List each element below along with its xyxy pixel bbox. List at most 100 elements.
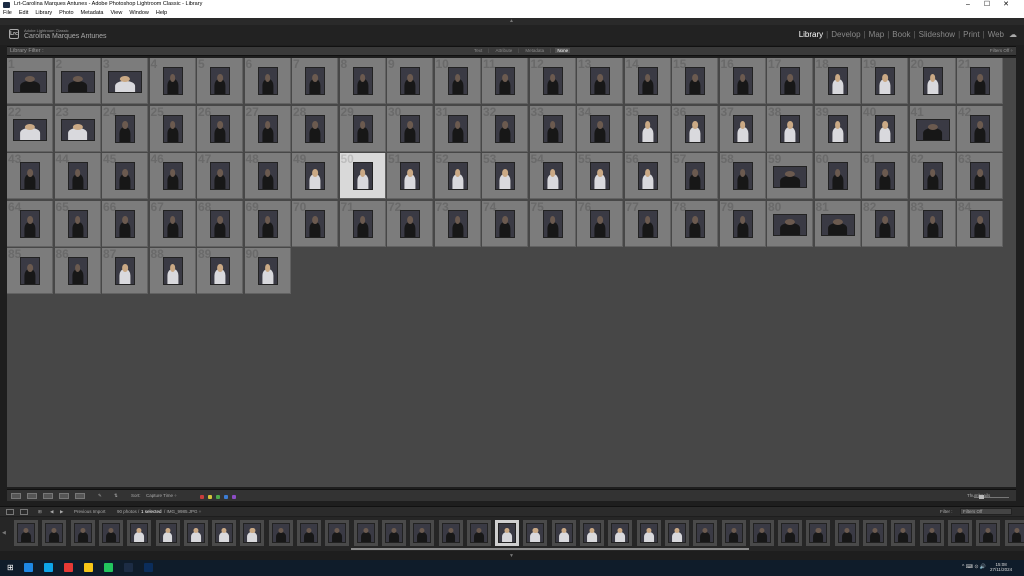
grid-cell[interactable]: 29 xyxy=(339,105,386,152)
module-develop[interactable]: Develop xyxy=(831,30,860,39)
taskbar-app-icon[interactable] xyxy=(24,563,33,572)
menu-edit[interactable]: Edit xyxy=(19,9,28,18)
grid-cell[interactable]: 66 xyxy=(102,200,148,247)
filmstrip-thumb[interactable] xyxy=(721,520,746,546)
grid-cell[interactable]: 67 xyxy=(149,200,196,247)
grid-cell[interactable]: 71 xyxy=(339,200,386,247)
grid-cell[interactable]: 87 xyxy=(102,248,148,294)
grid-cell[interactable]: 25 xyxy=(149,105,196,152)
grid-cell[interactable]: 49 xyxy=(292,153,338,199)
cloud-sync-icon[interactable]: ☁ xyxy=(1009,30,1017,39)
taskbar-app-icon[interactable] xyxy=(44,563,53,572)
grid-cell[interactable]: 4 xyxy=(149,58,196,104)
grid-cell[interactable]: 82 xyxy=(862,200,908,247)
grid-cell[interactable]: 48 xyxy=(244,153,291,199)
grid-cell[interactable]: 21 xyxy=(957,58,1003,104)
grid-cell[interactable]: 1 xyxy=(7,58,53,104)
filmstrip-thumb[interactable] xyxy=(947,520,972,546)
grid-cell[interactable]: 20 xyxy=(909,58,956,104)
filmstrip-thumb[interactable] xyxy=(834,520,859,546)
menu-photo[interactable]: Photo xyxy=(59,9,73,18)
module-map[interactable]: Map xyxy=(869,30,885,39)
filter-tab-attribute[interactable]: Attribute xyxy=(493,48,514,53)
menu-library[interactable]: Library xyxy=(35,9,52,18)
grid-cell[interactable]: 28 xyxy=(292,105,338,152)
filmstrip-thumb[interactable] xyxy=(381,520,406,546)
grid-cell[interactable]: 41 xyxy=(909,105,956,152)
top-panel-toggle[interactable]: ▲ xyxy=(0,18,1024,25)
grid-cell[interactable]: 59 xyxy=(767,153,813,199)
filmstrip-thumb[interactable] xyxy=(1004,520,1024,546)
grid-cell[interactable]: 10 xyxy=(434,58,481,104)
grid-cell[interactable]: 75 xyxy=(529,200,576,247)
grid-cell[interactable]: 37 xyxy=(719,105,766,152)
grid-cell[interactable]: 57 xyxy=(672,153,718,199)
grid-cell[interactable]: 31 xyxy=(434,105,481,152)
grid-cell[interactable]: 18 xyxy=(814,58,861,104)
filmstrip-thumb[interactable] xyxy=(212,520,237,546)
windows-start-icon[interactable]: ⊞ xyxy=(7,563,16,572)
color-label-filter[interactable] xyxy=(224,495,228,499)
menu-metadata[interactable]: Metadata xyxy=(81,9,104,18)
module-print[interactable]: Print xyxy=(963,30,979,39)
filmstrip-thumb[interactable] xyxy=(919,520,944,546)
filmstrip-thumb[interactable] xyxy=(523,520,548,546)
taskbar-app-icon[interactable] xyxy=(104,563,113,572)
grid-cell[interactable]: 2 xyxy=(54,58,101,104)
grid-cell[interactable]: 27 xyxy=(244,105,291,152)
grid-cell[interactable]: 15 xyxy=(672,58,718,104)
compare-view-button[interactable] xyxy=(43,493,53,499)
minimize-button[interactable]: – xyxy=(961,0,975,9)
grid-cell[interactable]: 35 xyxy=(624,105,671,152)
grid-cell[interactable]: 84 xyxy=(957,200,1003,247)
grid-cell[interactable]: 62 xyxy=(909,153,956,199)
selected-filename[interactable]: / IMG_9985.JPG ÷ xyxy=(164,509,201,514)
grid-cell[interactable]: 74 xyxy=(482,200,528,247)
second-window-button[interactable] xyxy=(20,509,28,515)
grid-cell[interactable]: 26 xyxy=(197,105,243,152)
filter-tab-metadata[interactable]: Metadata xyxy=(523,48,546,53)
grid-cell[interactable]: 85 xyxy=(7,248,53,294)
filmstrip-thumb[interactable] xyxy=(495,520,520,546)
grid-cell[interactable]: 9 xyxy=(387,58,433,104)
system-tray[interactable]: ^ ⌨ ⊙ 🔊 xyxy=(962,564,986,570)
forward-icon[interactable]: ▶ xyxy=(60,509,63,515)
grid-cell[interactable]: 11 xyxy=(482,58,528,104)
filmstrip-thumb[interactable] xyxy=(155,520,180,546)
filmstrip-thumb[interactable] xyxy=(580,520,604,546)
grid-cell[interactable]: 56 xyxy=(624,153,671,199)
grid-cell[interactable]: 83 xyxy=(909,200,956,247)
filter-tab-text[interactable]: Text xyxy=(472,48,484,53)
grid-cell[interactable]: 6 xyxy=(244,58,291,104)
grid-cell[interactable]: 80 xyxy=(767,200,813,247)
grid-cell[interactable]: 40 xyxy=(862,105,908,152)
filmstrip-thumb[interactable] xyxy=(636,520,661,546)
module-book[interactable]: Book xyxy=(892,30,910,39)
grid-cell[interactable]: 77 xyxy=(624,200,671,247)
grid-cell[interactable]: 53 xyxy=(482,153,528,199)
grid-cell[interactable]: 89 xyxy=(197,248,243,294)
filmstrip-scrollbar[interactable] xyxy=(351,548,749,550)
grid-cell[interactable]: 76 xyxy=(577,200,623,247)
filmstrip-thumb[interactable] xyxy=(693,520,718,546)
filmstrip-thumb[interactable] xyxy=(14,520,38,546)
filmstrip-filter-dropdown[interactable]: Filters Off xyxy=(960,508,1012,515)
grid-cell[interactable]: 81 xyxy=(814,200,861,247)
filmstrip-thumb[interactable] xyxy=(297,520,321,546)
filmstrip-thumb[interactable] xyxy=(325,520,350,546)
close-button[interactable]: ✕ xyxy=(999,0,1013,9)
painter-icon[interactable]: ✎ xyxy=(98,493,102,499)
sort-dropdown[interactable]: Capture Time ÷ xyxy=(146,493,177,498)
grid-cell[interactable]: 52 xyxy=(434,153,481,199)
grid-cell[interactable]: 90 xyxy=(244,248,291,294)
grid-cell[interactable]: 34 xyxy=(577,105,623,152)
thumbnail-size-knob[interactable] xyxy=(979,495,984,499)
filmstrip-thumb[interactable] xyxy=(98,520,123,546)
grid-cell[interactable]: 45 xyxy=(102,153,148,199)
grid-cell[interactable]: 16 xyxy=(719,58,766,104)
color-label-filter[interactable] xyxy=(232,495,236,499)
filmstrip-thumb[interactable] xyxy=(466,520,491,546)
filters-off-dropdown[interactable]: Filters Off ÷ xyxy=(990,48,1013,53)
grid-cell[interactable]: 46 xyxy=(149,153,196,199)
filmstrip-thumb[interactable] xyxy=(863,520,887,546)
